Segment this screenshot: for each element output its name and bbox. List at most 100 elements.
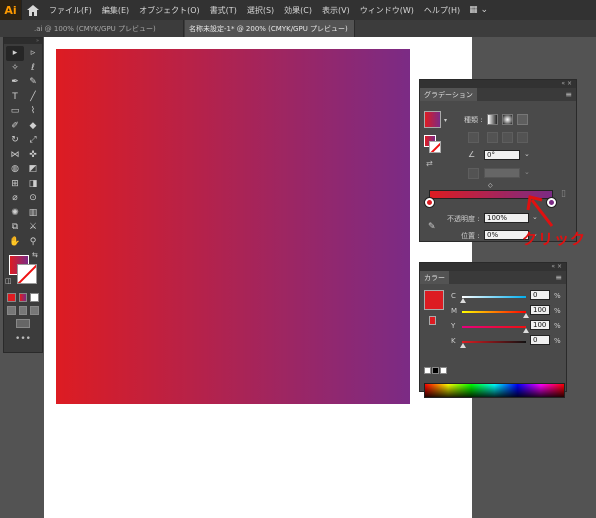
symbol-sprayer-tool-icon[interactable]: ✺ <box>6 206 24 221</box>
shape-builder-tool-icon[interactable]: ◍ <box>6 162 24 177</box>
menu-help[interactable]: ヘルプ(H) <box>419 5 465 16</box>
rotate-tool-icon[interactable]: ↻ <box>6 133 24 148</box>
gradient-mode-icon[interactable] <box>18 293 28 302</box>
draw-normal-icon[interactable] <box>7 306 16 315</box>
stroke-across-icon[interactable] <box>517 132 528 143</box>
channel-label-m: M <box>451 307 458 315</box>
color-mode-icon[interactable] <box>7 293 16 302</box>
gradient-stroke-swatch[interactable] <box>429 141 441 153</box>
stroke-gradient-icon[interactable] <box>468 132 479 143</box>
default-fill-stroke-icon[interactable]: ◫ <box>5 277 12 285</box>
shaper-tool-icon[interactable]: ✐ <box>6 119 24 134</box>
menu-type[interactable]: 書式(T) <box>205 5 242 16</box>
none-swatch[interactable] <box>424 367 431 374</box>
slider-thumb[interactable] <box>523 328 529 333</box>
home-icon[interactable] <box>22 0 44 20</box>
none-mode-icon[interactable] <box>30 293 40 302</box>
slider-thumb[interactable] <box>460 343 466 348</box>
line-tool-icon[interactable]: ╱ <box>24 90 42 105</box>
document-tab-inactive[interactable]: .ai @ 100% (CMYK/GPU プレビュー) <box>30 20 184 37</box>
mesh-tool-icon[interactable]: ⊞ <box>6 177 24 192</box>
channel-field-c[interactable]: 0 <box>530 290 550 300</box>
slider-thumb[interactable] <box>523 313 529 318</box>
gradient-stop-start[interactable] <box>425 198 434 207</box>
radial-gradient-icon[interactable] <box>502 114 513 125</box>
chevron-down-icon[interactable]: ⌄ <box>524 150 530 158</box>
color-spectrum[interactable] <box>424 383 565 398</box>
channel-slider-k[interactable] <box>462 341 526 343</box>
lasso-tool-icon[interactable]: ℓ <box>24 61 42 76</box>
aspect-ratio-field[interactable] <box>484 168 520 178</box>
selection-tool-icon[interactable]: ▸ <box>6 46 24 61</box>
freeform-gradient-icon[interactable] <box>517 114 528 125</box>
trash-icon[interactable]: ▯ <box>561 189 566 199</box>
column-graph-tool-icon[interactable]: ▥ <box>24 206 42 221</box>
puppet-warp-tool-icon[interactable]: ✜ <box>24 148 42 163</box>
menu-edit[interactable]: 編集(E) <box>97 5 134 16</box>
width-tool-icon[interactable]: ⋈ <box>6 148 24 163</box>
eyedropper-tool-icon[interactable]: ⌀ <box>6 191 24 206</box>
menu-effect[interactable]: 効果(C) <box>279 5 317 16</box>
pen-tool-icon[interactable]: ✒ <box>6 75 24 90</box>
angle-field[interactable]: 0° <box>484 150 520 160</box>
zoom-tool-icon[interactable]: ⚲ <box>24 235 42 250</box>
stroke-along-icon[interactable] <box>502 132 513 143</box>
close-icon[interactable]: × <box>354 24 355 33</box>
panel-menu-icon[interactable]: ≡ <box>555 273 566 282</box>
menu-object[interactable]: オブジェクト(O) <box>134 5 205 16</box>
paintbrush-tool-icon[interactable]: ⌇ <box>24 104 42 119</box>
artboard-tool-icon[interactable]: ⧉ <box>6 220 24 235</box>
curvature-tool-icon[interactable]: ✎ <box>24 75 42 90</box>
linear-gradient-icon[interactable] <box>487 114 498 125</box>
gradient-panel-tab[interactable]: グラデーション <box>420 88 477 101</box>
channel-slider-y[interactable] <box>462 326 526 328</box>
chevron-down-icon[interactable]: ▾ <box>444 117 447 124</box>
color-fill-swatch[interactable] <box>424 290 444 310</box>
menu-bar: Ai ファイル(F) 編集(E) オブジェクト(O) 書式(T) 選択(S) 効… <box>0 0 596 20</box>
menu-file[interactable]: ファイル(F) <box>44 5 97 16</box>
gradient-preview-swatch[interactable] <box>424 111 441 128</box>
channel-field-m[interactable]: 100 <box>530 305 550 315</box>
gradient-rectangle[interactable] <box>56 49 410 404</box>
magic-wand-tool-icon[interactable]: ✧ <box>6 61 24 76</box>
black-swatch[interactable] <box>432 367 439 374</box>
gradient-tool-icon[interactable]: ◨ <box>24 177 42 192</box>
scale-tool-icon[interactable]: ⤢ <box>24 133 42 148</box>
channel-field-y[interactable]: 100 <box>530 320 550 330</box>
draw-behind-icon[interactable] <box>18 306 28 315</box>
chevron-down-icon[interactable]: ⌄ <box>524 168 530 176</box>
menu-select[interactable]: 選択(S) <box>242 5 279 16</box>
rectangle-tool-icon[interactable]: ▭ <box>6 104 24 119</box>
screen-mode-icon[interactable] <box>16 319 30 328</box>
type-tool-icon[interactable]: T <box>6 90 24 105</box>
blend-tool-icon[interactable]: ⊙ <box>24 191 42 206</box>
menu-window[interactable]: ウィンドウ(W) <box>355 5 419 16</box>
eraser-tool-icon[interactable]: ◆ <box>24 119 42 134</box>
panel-menu-icon[interactable]: ≡ <box>565 90 576 99</box>
aspect-ratio-icon <box>468 168 479 179</box>
channel-slider-c[interactable] <box>462 296 526 298</box>
stroke-within-icon[interactable] <box>487 132 498 143</box>
hand-tool-icon[interactable]: ✋ <box>6 235 24 250</box>
reverse-gradient-icon[interactable]: ⇄ <box>426 159 433 168</box>
angle-icon: ∠ <box>468 150 476 159</box>
stroke-swatch[interactable] <box>17 264 37 284</box>
channel-slider-m[interactable] <box>462 311 526 313</box>
slice-tool-icon[interactable]: ⚔ <box>24 220 42 235</box>
opacity-field[interactable]: 100% <box>484 213 529 223</box>
channel-field-k[interactable]: 0 <box>530 335 550 345</box>
gradient-midpoint-icon[interactable]: ◇ <box>488 182 493 189</box>
perspective-grid-tool-icon[interactable]: ◩ <box>24 162 42 177</box>
eyedropper-icon[interactable]: ✎ <box>428 222 436 232</box>
white-swatch[interactable] <box>440 367 447 374</box>
slider-thumb[interactable] <box>460 298 466 303</box>
edit-toolbar-icon[interactable]: ••• <box>4 334 42 344</box>
menu-view[interactable]: 表示(V) <box>317 5 355 16</box>
document-tab-active[interactable]: 名称未設定-1* @ 200% (CMYK/GPU プレビュー) × <box>185 20 355 37</box>
color-panel-tab[interactable]: カラー <box>420 271 449 284</box>
out-of-gamut-icon[interactable] <box>429 316 436 325</box>
direct-selection-tool-icon[interactable]: ▹ <box>24 46 42 61</box>
draw-inside-icon[interactable] <box>30 306 40 315</box>
workspace-switcher-icon[interactable]: ▦ ⌄ <box>469 5 488 15</box>
swap-fill-stroke-icon[interactable]: ⇆ <box>32 251 38 259</box>
